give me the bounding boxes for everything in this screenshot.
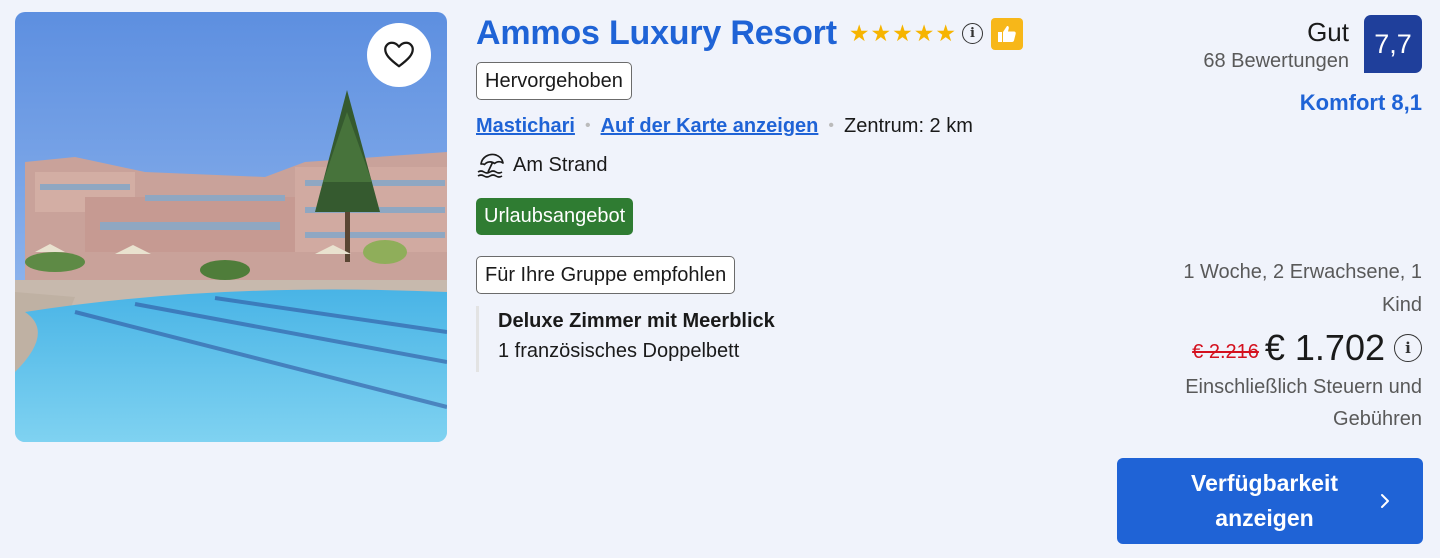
separator-dot: • [828,117,834,134]
deal-badge: Urlaubsangebot [476,198,634,235]
tax-info-line: Einschließlich Steuern und [1185,376,1422,398]
room-name: Deluxe Zimmer mit Meerblick [498,310,775,332]
cta-label-line: anzeigen [1215,505,1314,531]
distance-text: Zentrum: 2 km [843,114,973,137]
hotel-name-link[interactable]: Ammos Luxury Resort [476,14,837,53]
thumbs-up-icon [997,25,1016,42]
original-price: € 2.216 [1192,340,1259,363]
location-row: Mastichari • Auf der Karte anzeigen • Ze… [476,112,973,140]
beach-label: Am Strand [513,153,608,176]
star-icon: ★ [892,20,913,46]
heart-icon [384,41,414,68]
tax-info: Einschließlich Steuern und Gebühren [1102,371,1422,435]
favorite-button[interactable] [367,23,431,87]
stay-info-line: Kind [1381,294,1422,316]
star-icon: ★ [913,20,935,46]
review-text: Gut 68 Bewertungen [1203,15,1349,73]
price-info-icon[interactable]: i [1394,334,1422,362]
title-row: Ammos Luxury Resort ★ ★ ★ ★ ★ i [476,14,1023,53]
featured-tag: Hervorgehoben [476,62,632,100]
stay-info: 1 Woche, 2 Erwachsene, 1 Kind [1102,256,1422,322]
bed-info: 1 französisches Doppelbett [498,340,740,362]
cta-label: Verfügbarkeit anzeigen [1165,466,1365,536]
tax-info-line: Gebühren [1333,408,1422,430]
price-block: 1 Woche, 2 Erwachsene, 1 Kind € 2.216 € … [1102,256,1422,435]
price-row: € 2.216 € 1.702 i [1102,326,1422,370]
group-recommendation-tag: Für Ihre Gruppe empfohlen [476,256,736,294]
review-count: 68 Bewertungen [1203,50,1349,72]
location-link[interactable]: Mastichari [476,115,575,138]
cta-label-line: Verfügbarkeit [1191,470,1338,496]
review-word: Gut [1307,17,1349,47]
check-availability-button[interactable]: Verfügbarkeit anzeigen [1117,458,1423,544]
stay-info-line: 1 Woche, 2 Erwachsene, 1 [1183,261,1422,283]
separator-dot: • [584,117,591,134]
info-icon[interactable]: i [961,23,983,44]
thumbs-up-badge[interactable] [990,17,1023,50]
comfort-score: Komfort 8,1 [1299,90,1422,115]
chevron-right-icon [1380,494,1389,508]
star-icon: ★ [870,20,892,46]
beach-row: Am Strand [476,150,607,180]
room-info: Deluxe Zimmer mit Meerblick 1 französisc… [476,306,775,372]
current-price: € 1.702 [1264,327,1385,368]
review-summary[interactable]: Gut 68 Bewertungen 7,7 [1203,15,1422,73]
map-link[interactable]: Auf der Karte anzeigen [601,115,819,138]
star-icon: ★ [848,20,870,46]
review-score-badge: 7,7 [1364,15,1422,73]
star-rating: ★ ★ ★ ★ ★ [849,22,956,45]
beach-umbrella-icon [477,153,504,178]
star-icon: ★ [935,20,956,46]
